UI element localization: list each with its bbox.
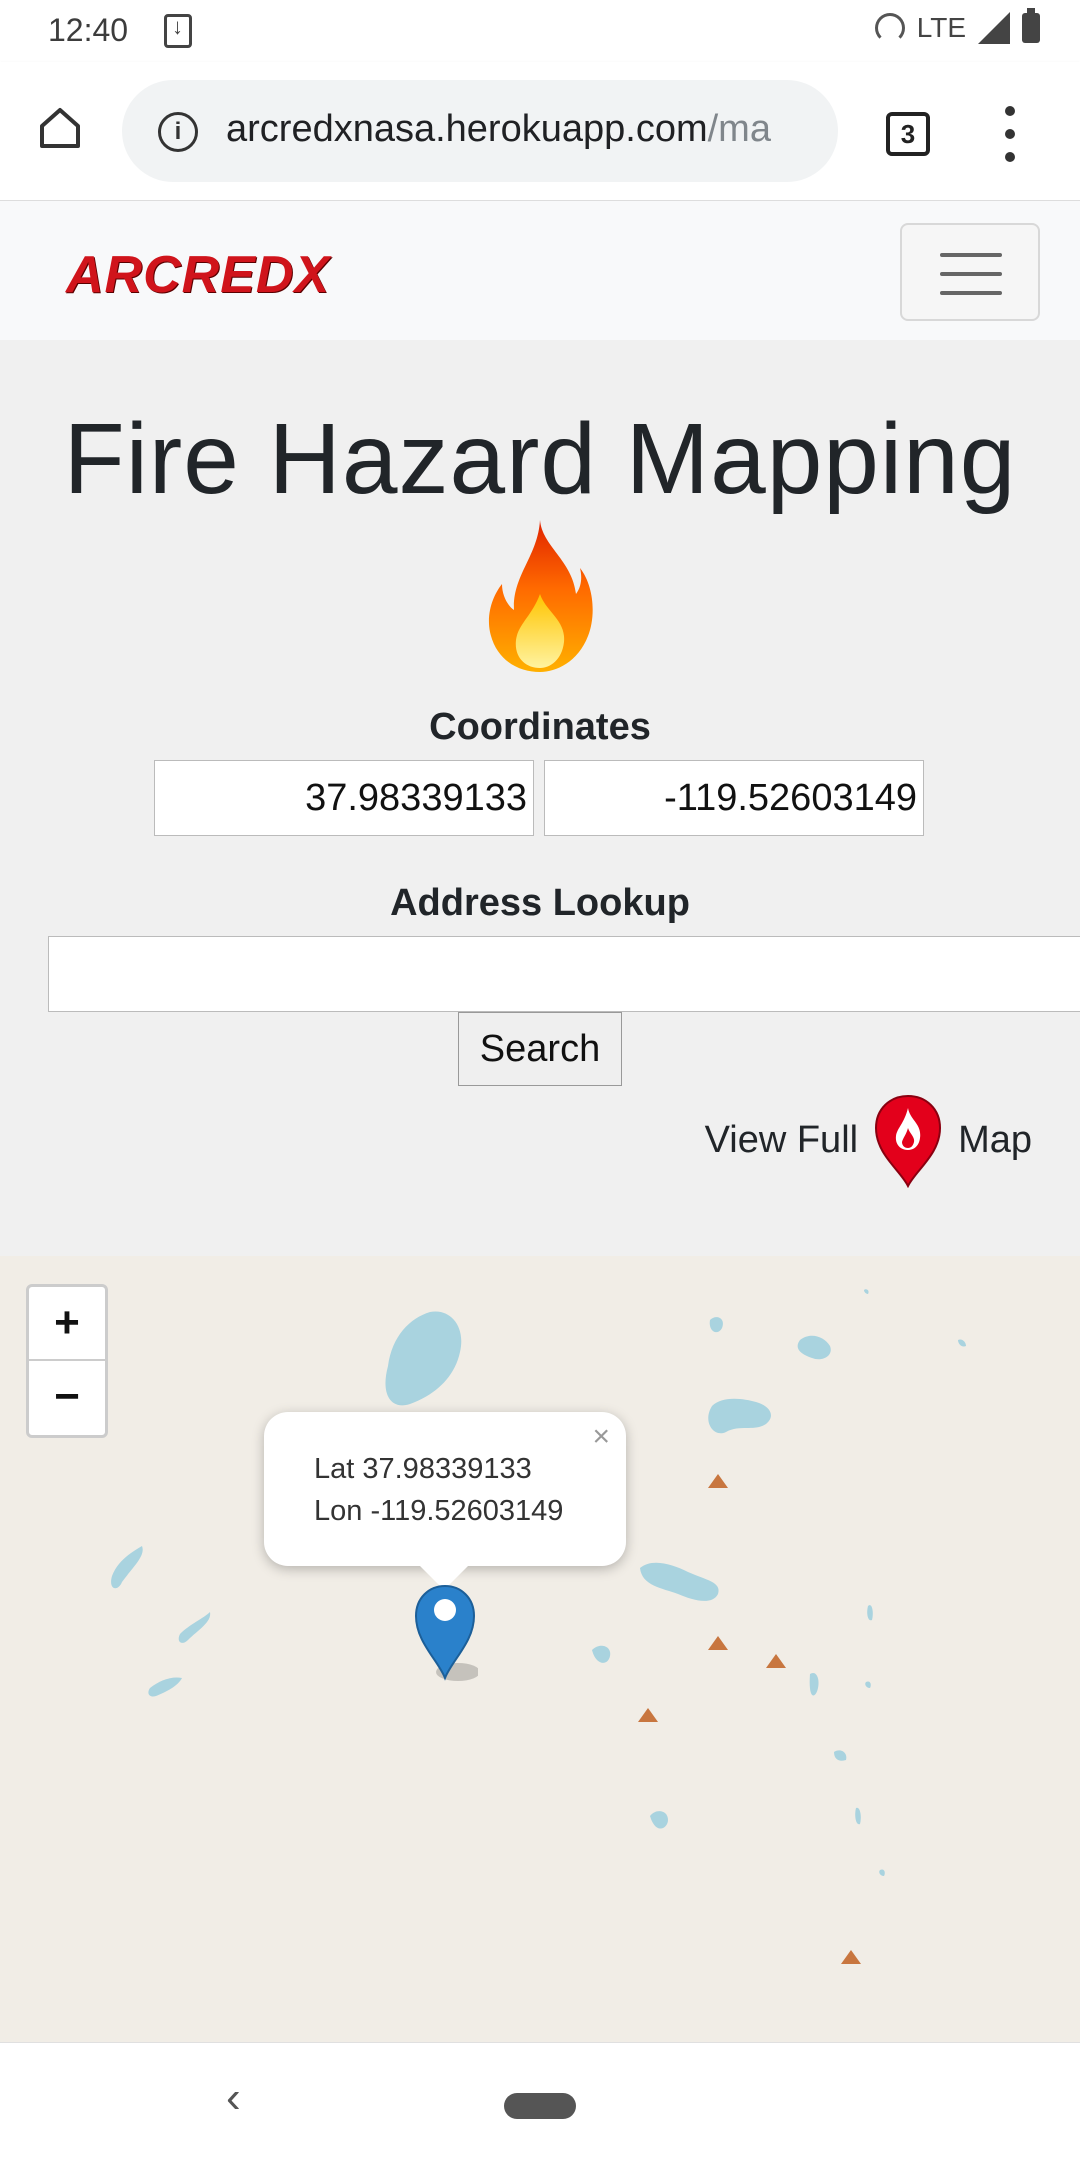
- site-navbar: ARCREDX: [0, 200, 1080, 340]
- full-map-suffix: Map: [958, 1118, 1032, 1161]
- lake-shape: [592, 1645, 611, 1663]
- zoom-out-button[interactable]: −: [29, 1361, 105, 1435]
- status-icons: LTE: [874, 8, 1040, 44]
- lake-shape: [111, 1546, 143, 1589]
- longitude-input[interactable]: [544, 760, 924, 836]
- lake-shape: [809, 1672, 819, 1696]
- peak-icon: [638, 1708, 658, 1722]
- peak-icon: [708, 1636, 728, 1650]
- hotspot-icon: [874, 13, 905, 43]
- address-bar[interactable]: i arcredxnasa.herokuapp.com/ma: [122, 80, 838, 182]
- address-lookup-label: Address Lookup: [390, 882, 690, 924]
- lake-shape: [867, 1605, 873, 1621]
- lake-shape: [855, 1807, 861, 1825]
- address-input[interactable]: [48, 936, 1080, 1012]
- popup-latitude: Lat 37.98339133: [314, 1453, 532, 1485]
- lake-shape: [385, 1311, 462, 1406]
- lake-shape: [708, 1398, 771, 1434]
- signal-icon: [978, 12, 1010, 44]
- coordinates-label: Coordinates: [429, 706, 651, 748]
- lake-shape: [865, 1681, 871, 1688]
- peak-icon: [841, 1950, 861, 1964]
- location-popup: × Lat 37.98339133 Lon -119.52603149: [264, 1412, 626, 1590]
- hamburger-menu-button[interactable]: [900, 223, 1040, 321]
- phone-screen: 12:40 LTE i arcredxnasa.herokuapp.com/ma…: [0, 0, 1080, 2160]
- zoom-in-button[interactable]: +: [29, 1287, 105, 1361]
- full-map-prefix: View Full: [704, 1118, 859, 1161]
- popup-longitude: Lon -119.52603149: [314, 1495, 564, 1527]
- map-tiles: [111, 1289, 966, 1964]
- fire-pin-icon: [875, 1094, 942, 1188]
- lake-shape: [709, 1317, 723, 1333]
- home-pill-button[interactable]: [504, 2093, 576, 2119]
- latitude-input[interactable]: [154, 760, 534, 836]
- view-full-map-link[interactable]: View Full Map: [705, 1090, 1032, 1190]
- search-button[interactable]: Search: [458, 1012, 622, 1086]
- lake-shape: [834, 1750, 847, 1761]
- kebab-menu-icon[interactable]: [1000, 106, 1020, 162]
- lake-shape: [864, 1289, 869, 1294]
- peak-icon: [766, 1654, 786, 1668]
- back-button[interactable]: ‹: [226, 2073, 241, 2123]
- leaflet-map[interactable]: + − × Lat 37.98339133 Lon -119.52603149: [0, 1256, 1080, 2042]
- page-title: Fire Hazard Mapping: [63, 403, 1017, 515]
- url-text: arcredxnasa.herokuapp.com/ma: [226, 108, 771, 150]
- network-type: LTE: [916, 12, 966, 43]
- peak-icon: [708, 1474, 728, 1488]
- close-icon[interactable]: ×: [592, 1420, 610, 1454]
- system-nav-bar: ‹: [0, 2042, 1080, 2160]
- zoom-control: + −: [26, 1284, 108, 1438]
- tab-switcher-button[interactable]: 3: [886, 112, 930, 156]
- lake-shape: [148, 1677, 182, 1697]
- lake-shape: [797, 1335, 831, 1360]
- lake-shape: [640, 1562, 719, 1601]
- battery-icon: [1022, 8, 1040, 43]
- map-marker-icon[interactable]: [412, 1582, 478, 1684]
- lake-shape: [958, 1339, 966, 1347]
- fire-icon: [488, 520, 593, 672]
- site-logo[interactable]: ARCREDX: [66, 245, 330, 305]
- info-icon[interactable]: i: [158, 112, 198, 152]
- browser-toolbar: i arcredxnasa.herokuapp.com/ma 3: [0, 62, 1080, 200]
- home-icon[interactable]: [36, 104, 84, 152]
- status-time: 12:40: [48, 12, 129, 48]
- lake-shape: [879, 1869, 885, 1876]
- download-icon: [164, 14, 192, 48]
- lake-shape: [650, 1811, 668, 1829]
- status-bar: 12:40 LTE: [0, 0, 1080, 62]
- lake-shape: [178, 1612, 211, 1643]
